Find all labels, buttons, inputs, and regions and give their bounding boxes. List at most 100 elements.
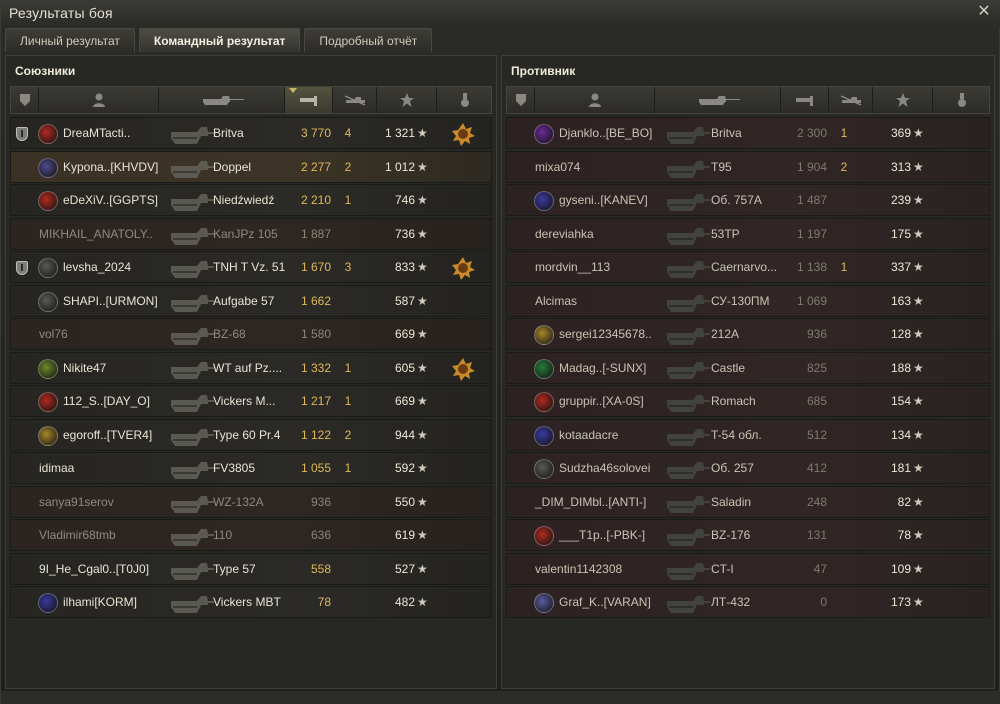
player-row[interactable]: gyseni..[KANEV] Об. 757А 1 487 239 ★ <box>506 184 990 216</box>
tank-icon <box>167 422 215 448</box>
player-name: ___T1p..[-PBK-] <box>559 528 646 542</box>
allies-header <box>10 86 492 114</box>
tank-icon <box>663 254 711 280</box>
player-row[interactable]: egoroff..[TVER4] Type 60 Pr.4 1 122 2 944 ★ <box>10 418 492 451</box>
player-row[interactable]: sanya91serov WZ-132A 936 550 ★ <box>10 485 492 518</box>
damage-value: 412 <box>806 461 827 475</box>
vehicle-name: Saladin <box>711 494 752 509</box>
player-row[interactable]: Graf_K..[VARAN] ЛТ-432 0 173 ★ <box>506 586 990 618</box>
clan-emblem-icon <box>534 392 554 412</box>
tab-team-result[interactable]: Командный результат <box>138 28 301 52</box>
damage-value: 1 487 <box>796 193 827 207</box>
damage-value: 131 <box>806 528 827 542</box>
player-row[interactable]: ilhami[KORM] Vickers MBT 78 482 ★ <box>10 586 492 618</box>
player-row[interactable]: DreaMTacti.. Britva 3 770 4 1 321 ★ <box>10 117 492 149</box>
player-row[interactable]: Djanklo..[BE_BO] Britva 2 300 1 369 ★ <box>506 117 990 149</box>
xp-value: 587 <box>394 293 415 308</box>
clan-emblem-icon <box>38 124 58 144</box>
platoon-icon <box>19 94 30 106</box>
clan-emblem-icon <box>38 157 58 178</box>
player-row[interactable]: Vladimir68tmb 110 636 619 ★ <box>10 519 492 551</box>
medals-column-header[interactable] <box>933 87 991 113</box>
player-row[interactable]: Alcimas СУ-130ПМ 1 069 163 ★ <box>506 284 990 317</box>
player-row[interactable]: vol76 BZ-68 1 580 669 ★ <box>10 318 492 350</box>
player-row[interactable]: idimaa FV3805 1 055 1 592 ★ <box>10 452 492 484</box>
player-row[interactable]: ___T1p..[-PBK-] BZ-176 131 78 ★ <box>506 519 990 551</box>
frags-column-header[interactable] <box>333 87 377 113</box>
star-icon: ★ <box>417 561 428 576</box>
clan-emblem-icon <box>38 425 58 446</box>
xp-value: 173 <box>890 595 911 609</box>
damage-value: 2 210 <box>300 193 331 207</box>
player-name: Madag..[-SUNX] <box>559 360 647 375</box>
platoon-column-header[interactable] <box>11 87 39 113</box>
xp-value: 128 <box>890 327 911 341</box>
vehicle-name: Об. 257 <box>711 461 754 475</box>
medal-badge-icon[interactable] <box>451 122 475 146</box>
clan-emblem-icon <box>38 291 58 312</box>
player-row[interactable]: SHAPI..[URMON] Aufgabe 57 1 662 587 ★ <box>10 284 492 317</box>
close-icon[interactable]: ✕ <box>975 3 993 21</box>
tab-personal-result[interactable]: Личный результат <box>5 28 135 52</box>
vehicle-icon <box>698 96 740 105</box>
damage-value: 1 122 <box>300 427 331 442</box>
player-row[interactable]: Kypona..[KHVDV] Doppel 2 277 2 1 012 ★ <box>10 150 492 183</box>
xp-column-header[interactable] <box>377 87 437 113</box>
star-icon: ★ <box>913 293 924 308</box>
vehicle-name: Romach <box>711 394 756 408</box>
vehicle-name: Niedźwiedź <box>213 193 275 207</box>
damage-column-header[interactable] <box>781 87 829 113</box>
player-row[interactable]: dereviahka 53TP 1 197 175 ★ <box>506 217 990 250</box>
player-row[interactable]: kotaadacre T-54 обл. 512 134 ★ <box>506 418 990 451</box>
player-row[interactable]: 112_S..[DAY_O] Vickers M... 1 217 1 669 ★ <box>10 385 492 417</box>
player-column-header[interactable] <box>535 87 655 113</box>
player-row[interactable]: valentin1142308 CT-I 47 109 ★ <box>506 552 990 585</box>
medal-badge-icon[interactable] <box>451 256 475 280</box>
vehicle-name: BZ-176 <box>711 528 751 542</box>
damage-value: 248 <box>806 494 827 509</box>
star-icon: ★ <box>417 126 428 140</box>
player-row[interactable]: mixa074 T95 1 904 2 313 ★ <box>506 150 990 183</box>
damage-column-header[interactable] <box>285 87 333 113</box>
player-name: 112_S..[DAY_O] <box>63 394 150 408</box>
xp-icon <box>895 93 910 107</box>
battle-results-window: Результаты боя ✕ Личный результат Команд… <box>0 0 1000 704</box>
medals-column-header[interactable] <box>437 87 493 113</box>
vehicle-name: Vickers M... <box>213 394 276 408</box>
xp-value: 175 <box>890 226 911 241</box>
damage-value: 1 670 <box>300 260 331 274</box>
enemies-header <box>506 86 990 114</box>
player-row[interactable]: Madag..[-SUNX] Castle 825 188 ★ <box>506 351 990 384</box>
player-row[interactable]: MIKHAIL_ANATOLY.. KanJPz 105 1 887 736 ★ <box>10 217 492 250</box>
player-row[interactable]: levsha_2024 TNH T Vz. 51 1 670 3 833 ★ <box>10 251 492 283</box>
vehicle-column-header[interactable] <box>159 87 285 113</box>
frags-value: 2 <box>344 159 352 174</box>
player-row[interactable]: Nikite47 WT auf Pz.... 1 332 1 605 ★ <box>10 351 492 384</box>
tank-icon <box>167 187 215 213</box>
player-row[interactable]: mordvin__113 Caernarvo... 1 138 1 337 ★ <box>506 251 990 283</box>
vehicle-name: ЛТ-432 <box>711 595 751 609</box>
player-row[interactable]: _DIM_DIMbl..[ANTI-] Saladin 248 82 ★ <box>506 485 990 518</box>
star-icon: ★ <box>913 561 924 576</box>
player-row[interactable]: Sudzha46solovei Об. 257 412 181 ★ <box>506 452 990 484</box>
vehicle-name: WZ-132A <box>213 494 264 509</box>
xp-value: 82 <box>897 494 911 509</box>
player-row[interactable]: gruppir..[XA-0S] Romach 685 154 ★ <box>506 385 990 417</box>
tank-icon <box>167 288 215 314</box>
medal-icon <box>958 93 966 107</box>
xp-value: 163 <box>890 293 911 308</box>
vehicle-name: Britva <box>213 126 244 140</box>
tab-detailed-report[interactable]: Подробный отчёт <box>304 28 433 52</box>
frags-column-header[interactable] <box>829 87 873 113</box>
medal-badge-icon[interactable] <box>451 357 475 381</box>
platoon-column-header[interactable] <box>507 87 535 113</box>
xp-value: 736 <box>394 226 415 241</box>
player-column-header[interactable] <box>39 87 159 113</box>
clan-emblem-icon <box>38 358 58 379</box>
player-row[interactable]: 9I_He_Cgal0..[T0J0] Type 57 558 527 ★ <box>10 552 492 585</box>
player-row[interactable]: eDeXiV..[GGPTS] Niedźwiedź 2 210 1 746 ★ <box>10 184 492 216</box>
player-row[interactable]: sergei12345678.. 212A 936 128 ★ <box>506 318 990 350</box>
damage-value: 936 <box>806 327 827 341</box>
vehicle-column-header[interactable] <box>655 87 781 113</box>
xp-column-header[interactable] <box>873 87 933 113</box>
